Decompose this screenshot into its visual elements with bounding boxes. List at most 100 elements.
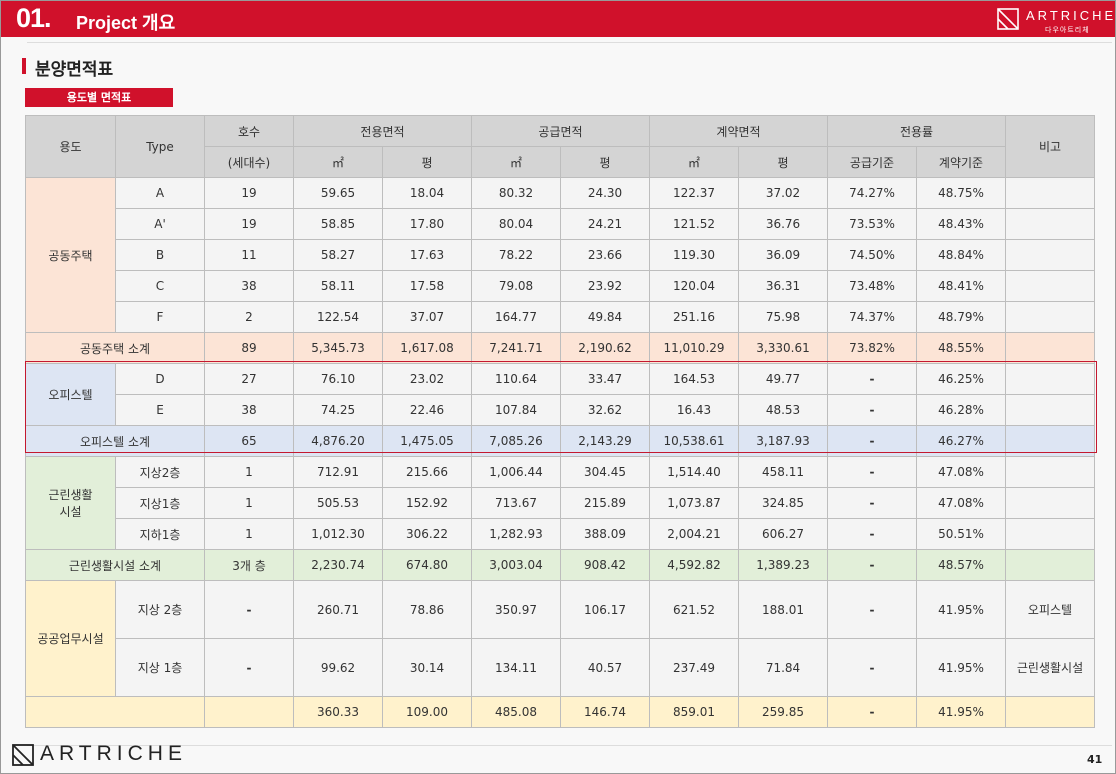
table-cell: 1,514.40 bbox=[649, 456, 739, 488]
col-contract-m2: ㎡ bbox=[649, 146, 739, 178]
table-cell: A' bbox=[115, 208, 205, 240]
table-cell: 2,004.21 bbox=[649, 518, 739, 550]
table-cell: 119.30 bbox=[649, 239, 739, 271]
table-cell: 146.74 bbox=[560, 696, 650, 728]
table-cell: 48.43% bbox=[916, 208, 1006, 240]
table-cell: 공동주택 bbox=[25, 177, 116, 333]
table-cell: F bbox=[115, 301, 205, 333]
table-cell: 22.46 bbox=[382, 394, 472, 426]
col-supply-m2: ㎡ bbox=[471, 146, 561, 178]
table-cell: 47.08% bbox=[916, 456, 1006, 488]
col-type: Type bbox=[115, 115, 205, 178]
table-cell bbox=[1005, 549, 1095, 581]
page-title: Project 개요 bbox=[76, 13, 176, 33]
table-cell: 7,085.26 bbox=[471, 425, 561, 457]
table-cell: 79.08 bbox=[471, 270, 561, 302]
table-cell: 58.11 bbox=[293, 270, 383, 302]
footer-divider bbox=[27, 745, 1112, 746]
table-cell: 1,475.05 bbox=[382, 425, 472, 457]
table-cell: 1 bbox=[204, 487, 294, 519]
table-cell: 122.54 bbox=[293, 301, 383, 333]
table-cell: 48.57% bbox=[916, 549, 1006, 581]
table-cell: 304.45 bbox=[560, 456, 650, 488]
table-cell: 215.89 bbox=[560, 487, 650, 519]
table-cell: 1,282.93 bbox=[471, 518, 561, 550]
table-cell: 350.97 bbox=[471, 580, 561, 639]
table-cell: 360.33 bbox=[293, 696, 383, 728]
table-cell: - bbox=[204, 580, 294, 639]
table-cell bbox=[1005, 177, 1095, 209]
table-cell: 1 bbox=[204, 456, 294, 488]
area-table: 용도 Type 호수 전용면적 공급면적 계약면적 전용률 비고 (세대수) ㎡… bbox=[25, 115, 1095, 728]
table-cell: 908.42 bbox=[560, 549, 650, 581]
table-cell: 33.47 bbox=[560, 363, 650, 395]
heading-accent-bar bbox=[22, 58, 26, 74]
table-cell bbox=[1005, 239, 1095, 271]
table-cell: 109.00 bbox=[382, 696, 472, 728]
col-supply-py: 평 bbox=[560, 146, 650, 178]
table-cell: 46.25% bbox=[916, 363, 1006, 395]
table-cell: 164.53 bbox=[649, 363, 739, 395]
table-cell: - bbox=[827, 518, 917, 550]
table-cell: 621.52 bbox=[649, 580, 739, 639]
table-cell: 36.31 bbox=[738, 270, 828, 302]
table-cell: 3,187.93 bbox=[738, 425, 828, 457]
table-cell bbox=[1005, 696, 1095, 728]
table-cell: 74.37% bbox=[827, 301, 917, 333]
table-cell: 48.79% bbox=[916, 301, 1006, 333]
table-cell: 120.04 bbox=[649, 270, 739, 302]
artriche-logo-icon bbox=[12, 744, 34, 766]
table-cell: - bbox=[827, 425, 917, 457]
table-cell: - bbox=[827, 456, 917, 488]
table-cell: 지상1층 bbox=[115, 487, 205, 519]
col-exclusive-m2: ㎡ bbox=[293, 146, 383, 178]
artriche-logo-icon bbox=[997, 8, 1019, 30]
brand-subname: 다우아트리체 bbox=[1045, 26, 1090, 34]
table-cell: 458.11 bbox=[738, 456, 828, 488]
table-row: 공공업무시설 지상 2층 -260.71 78.86 350.97 106.17 621.5… bbox=[25, 580, 1095, 697]
table-cell: 19 bbox=[204, 208, 294, 240]
table-cell: 근린생활시설 bbox=[1005, 638, 1095, 697]
table-cell: 2 bbox=[204, 301, 294, 333]
title-bar: 01. Project 개요 ARTRICHE 다우아트리체 bbox=[1, 1, 1115, 37]
table-cell: A bbox=[115, 177, 205, 209]
col-supply: 공급면적 bbox=[471, 115, 650, 147]
table-cell: 18.04 bbox=[382, 177, 472, 209]
table-cell: 859.01 bbox=[649, 696, 739, 728]
table-cell: 106.17 bbox=[560, 580, 650, 639]
table-cell: 11 bbox=[204, 239, 294, 271]
table-cell: 1,617.08 bbox=[382, 332, 472, 364]
table-cell: 713.67 bbox=[471, 487, 561, 519]
table-row: B 11 58.27 17.63 78.22 23.66 119.30 36.09 74.50%… bbox=[26, 239, 1095, 271]
table-cell: 1,073.87 bbox=[649, 487, 739, 519]
table-cell: 37.02 bbox=[738, 177, 828, 209]
table-cell: 164.77 bbox=[471, 301, 561, 333]
table-cell: 2,190.62 bbox=[560, 332, 650, 364]
table-cell bbox=[1005, 270, 1095, 302]
table-cell: 49.77 bbox=[738, 363, 828, 395]
table-cell: 30.14 bbox=[382, 638, 472, 697]
table-cell: 71.84 bbox=[738, 638, 828, 697]
table-cell: 58.85 bbox=[293, 208, 383, 240]
table-tag: 용도별 면적표 bbox=[25, 88, 173, 107]
table-cell: 지하1층 bbox=[115, 518, 205, 550]
table-cell: 19 bbox=[204, 177, 294, 209]
table-cell: 75.98 bbox=[738, 301, 828, 333]
table-cell: 712.91 bbox=[293, 456, 383, 488]
table-cell: 지상 2층 bbox=[115, 580, 205, 639]
table-cell: 134.11 bbox=[471, 638, 561, 697]
table-cell: 237.49 bbox=[649, 638, 739, 697]
table-cell: 306.22 bbox=[382, 518, 472, 550]
table-row: C 38 58.11 17.58 79.08 23.92 120.04 36.31 73.48%… bbox=[26, 270, 1095, 302]
table-cell: 73.48% bbox=[827, 270, 917, 302]
table-cell: 4,876.20 bbox=[293, 425, 383, 457]
table-cell: 36.09 bbox=[738, 239, 828, 271]
table-cell: 110.64 bbox=[471, 363, 561, 395]
brand-name-bottom: ARTRICHE bbox=[40, 742, 187, 765]
table-cell: 41.95% bbox=[916, 638, 1006, 697]
table-row: 근린생활 시설 지상2층 1 712.91 215.66 1,006.44 304.45 1,… bbox=[25, 456, 1095, 550]
table-cell: 32.62 bbox=[560, 394, 650, 426]
col-ratio-contract: 계약기준 bbox=[916, 146, 1006, 178]
table-cell: 188.01 bbox=[738, 580, 828, 639]
table-cell bbox=[1005, 518, 1095, 550]
